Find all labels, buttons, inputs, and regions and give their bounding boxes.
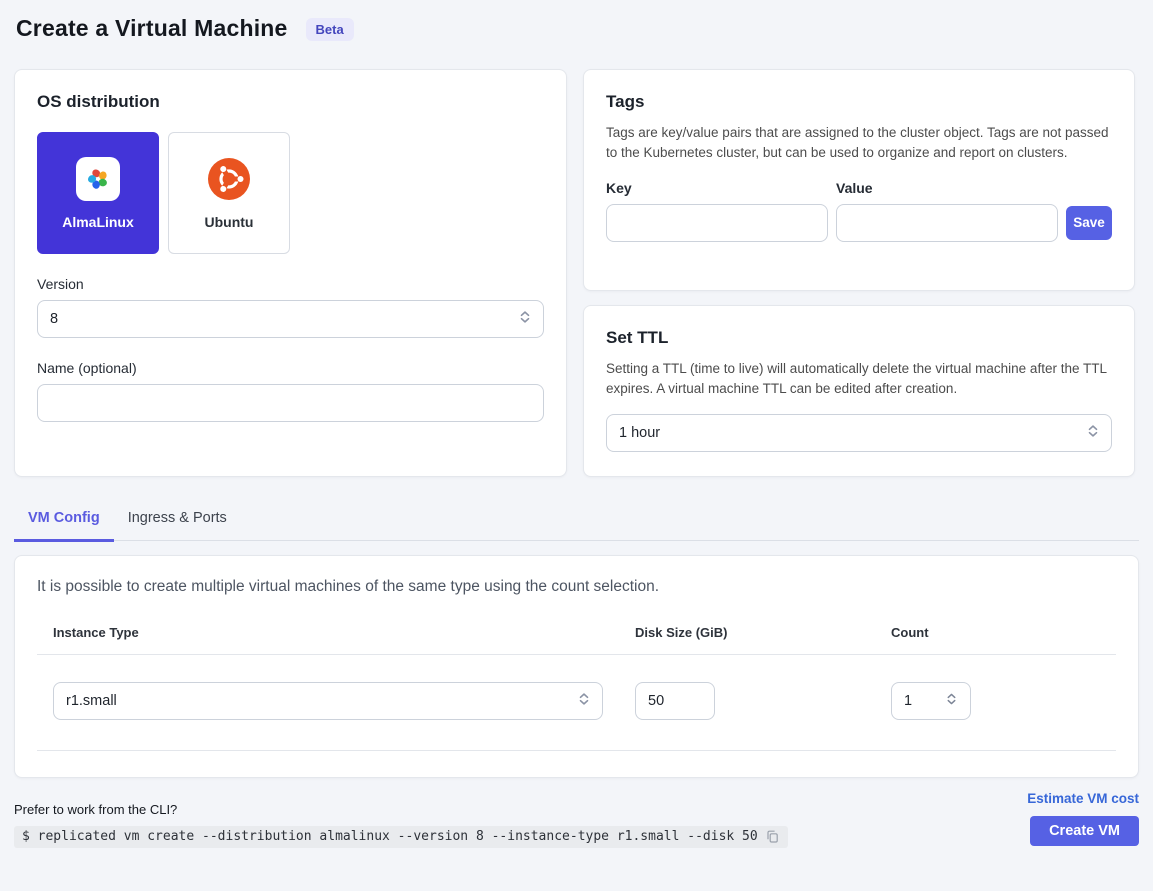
config-tabs: VM Config Ingress & Ports [14,503,1139,541]
instance-type-value: r1.small [66,693,117,709]
ttl-select[interactable]: 1 hour [606,414,1112,452]
create-vm-button[interactable]: Create VM [1030,816,1139,846]
vm-config-note: It is possible to create multiple virtua… [37,578,1116,596]
vm-config-row-container: r1.small 1 [37,682,1116,720]
vm-config-card: It is possible to create multiple virtua… [14,555,1139,778]
instance-type-select[interactable]: r1.small [53,682,603,720]
tag-key-input[interactable] [606,204,828,242]
tab-ingress-ports[interactable]: Ingress & Ports [114,503,241,542]
chevron-up-down-icon [1086,423,1100,442]
copy-icon[interactable] [765,829,780,844]
set-ttl-card: Set TTL Setting a TTL (time to live) wil… [583,305,1135,477]
page-title: Create a Virtual Machine [16,15,288,42]
estimate-vm-cost-link[interactable]: Estimate VM cost [1027,791,1139,806]
cli-command-text: $ replicated vm create --distribution al… [22,829,758,844]
table-header-divider [37,654,1116,655]
tag-value-input[interactable] [836,204,1058,242]
tags-card: Tags Tags are key/value pairs that are a… [583,69,1135,291]
os-tiles: AlmaLinux [37,132,544,254]
table-bottom-divider [37,750,1116,751]
version-select[interactable]: 8 [37,300,544,338]
tags-card-title: Tags [606,92,1112,112]
version-label: Version [37,276,544,292]
chevron-up-down-icon [577,692,591,711]
cli-section: Prefer to work from the CLI? $ replicate… [14,791,1027,848]
ttl-select-value: 1 hour [619,425,660,441]
os-tile-ubuntu[interactable]: Ubuntu [168,132,290,254]
count-value: 1 [904,693,912,709]
os-distribution-card: OS distribution [14,69,567,477]
save-tag-button[interactable]: Save [1066,206,1112,240]
cli-command-bar: $ replicated vm create --distribution al… [14,826,788,848]
beta-badge: Beta [306,18,354,41]
os-card-title: OS distribution [37,92,544,112]
ttl-card-title: Set TTL [606,328,1112,348]
create-vm-page: Create a Virtual Machine Beta OS distrib… [0,0,1153,848]
ubuntu-logo-icon [207,157,251,201]
tags-card-description: Tags are key/value pairs that are assign… [606,123,1112,164]
tag-key-label: Key [606,180,828,196]
left-column: OS distribution [14,69,567,477]
os-tile-label-ubuntu: Ubuntu [205,214,254,230]
disk-size-input[interactable] [635,682,715,720]
tag-value-label: Value [836,180,1058,196]
os-tile-almalinux[interactable]: AlmaLinux [37,132,159,254]
page-header: Create a Virtual Machine Beta [14,15,1139,42]
name-input[interactable] [37,384,544,422]
tag-key-field: Key [606,180,828,242]
almalinux-logo-icon [76,157,120,201]
right-column: Tags Tags are key/value pairs that are a… [583,69,1135,477]
chevron-up-down-icon [518,310,532,329]
chevron-up-down-icon [945,692,958,711]
ttl-card-description: Setting a TTL (time to live) will automa… [606,359,1112,400]
cli-prompt-text: Prefer to work from the CLI? [14,802,1027,817]
version-select-value: 8 [50,311,58,327]
tag-value-field: Value [836,180,1058,242]
os-tile-label-almalinux: AlmaLinux [62,214,134,230]
page-footer: Prefer to work from the CLI? $ replicate… [14,791,1139,848]
column-header-count: Count [891,625,1100,640]
table-row: r1.small 1 [53,682,1100,720]
table-header-row: Instance Type Disk Size (GiB) Count [53,625,1100,654]
name-label: Name (optional) [37,360,544,376]
main-grid: OS distribution [14,69,1139,477]
column-header-instance-type: Instance Type [53,625,635,640]
tab-vm-config[interactable]: VM Config [14,503,114,542]
vm-config-table: Instance Type Disk Size (GiB) Count [37,625,1116,654]
footer-actions: Estimate VM cost Create VM [1027,791,1139,846]
tags-key-value-row: Key Value Save [606,180,1112,242]
count-stepper[interactable]: 1 [891,682,971,720]
column-header-disk-size: Disk Size (GiB) [635,625,891,640]
